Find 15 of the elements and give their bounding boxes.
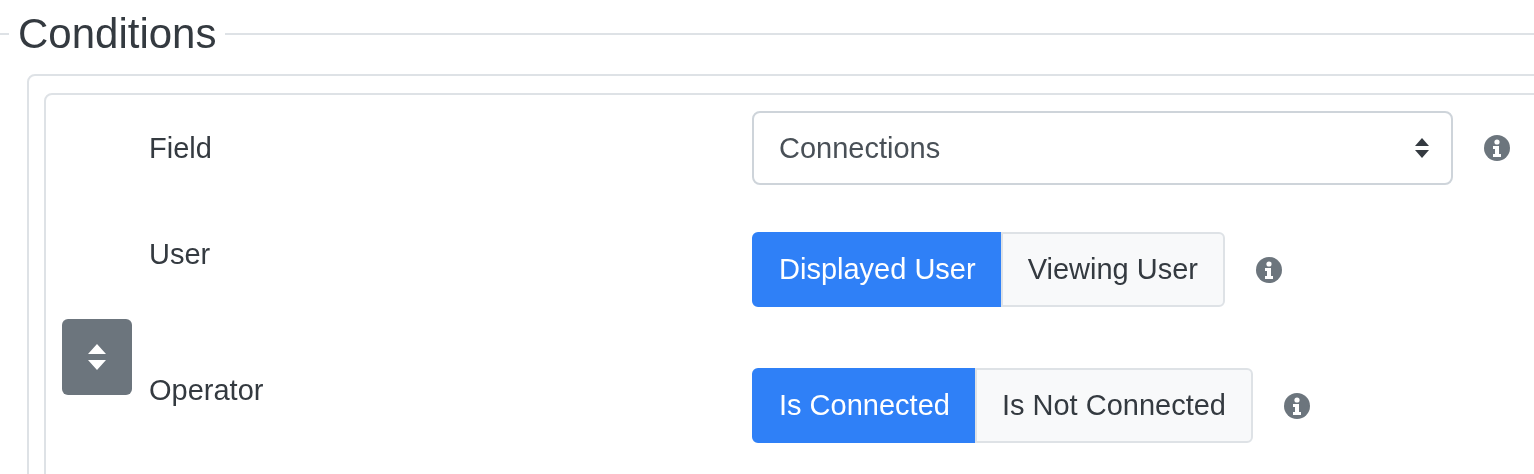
select-field[interactable]: Connections — [752, 111, 1453, 185]
section-title: Conditions — [17, 13, 218, 55]
toggle-option[interactable]: Is Not Connected — [974, 368, 1253, 443]
field-label: Field — [149, 131, 213, 165]
sort-icon — [1415, 138, 1429, 158]
toggle-option[interactable]: Viewing User — [1000, 232, 1225, 307]
field-label: User — [149, 237, 212, 271]
toggle-option[interactable]: Displayed User — [752, 232, 1003, 307]
info-icon[interactable] — [1254, 255, 1283, 284]
field-label: Operator — [149, 373, 265, 407]
sort-icon — [87, 343, 107, 371]
drag-handle[interactable] — [62, 319, 132, 395]
info-icon[interactable] — [1282, 391, 1311, 420]
info-icon[interactable] — [1483, 134, 1511, 162]
toggle-option[interactable]: Is Connected — [752, 368, 977, 443]
